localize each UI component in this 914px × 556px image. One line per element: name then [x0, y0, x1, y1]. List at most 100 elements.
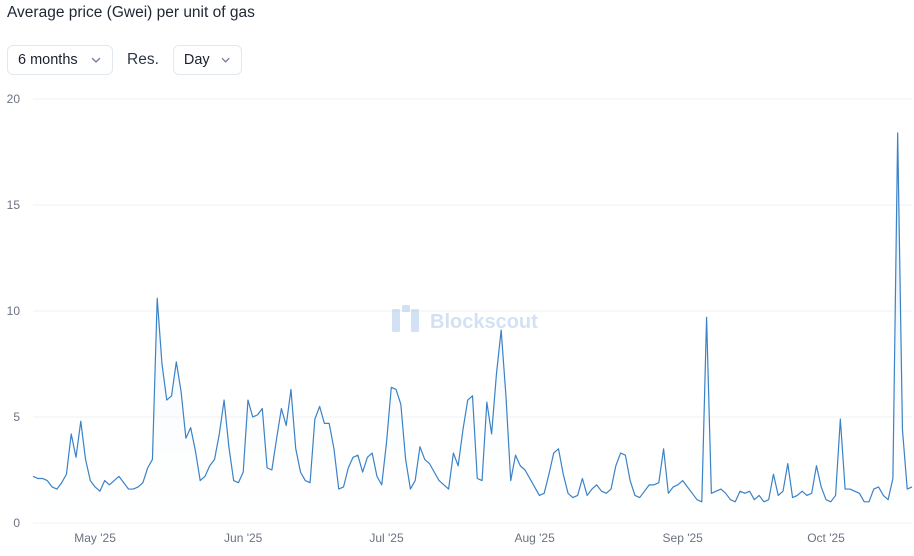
- data-point: [734, 501, 736, 503]
- data-point: [90, 480, 92, 482]
- data-point: [749, 490, 751, 492]
- data-point: [648, 484, 650, 486]
- data-point: [701, 501, 703, 503]
- data-point: [433, 471, 435, 473]
- period-select[interactable]: 6 months: [7, 45, 113, 75]
- y-axis: 0 5 10 15 20: [7, 92, 21, 530]
- data-point: [453, 452, 455, 454]
- data-point: [634, 495, 636, 497]
- data-point: [577, 495, 579, 497]
- data-point: [319, 406, 321, 408]
- data-point: [801, 490, 803, 492]
- data-point: [467, 399, 469, 401]
- data-point: [620, 452, 622, 454]
- data-point: [596, 484, 598, 486]
- data-point: [682, 480, 684, 482]
- data-point: [840, 418, 842, 420]
- data-point: [849, 488, 851, 490]
- data-point: [816, 465, 818, 467]
- data-point: [390, 387, 392, 389]
- watermark-text: Blockscout: [430, 311, 538, 333]
- data-point: [94, 486, 96, 488]
- data-point: [419, 446, 421, 448]
- data-point: [481, 480, 483, 482]
- data-point: [696, 499, 698, 501]
- resolution-select-value: Day: [183, 52, 210, 68]
- data-point: [285, 425, 287, 427]
- data-point: [668, 493, 670, 495]
- data-point: [376, 476, 378, 478]
- data-point: [534, 486, 536, 488]
- data-point: [744, 493, 746, 495]
- data-point: [902, 429, 904, 431]
- data-point: [176, 361, 178, 363]
- data-point: [51, 486, 53, 488]
- data-point: [228, 446, 230, 448]
- data-point: [137, 486, 139, 488]
- y-tick-label: 0: [13, 516, 20, 530]
- x-tick-label: Sep '25: [663, 531, 704, 545]
- data-point: [309, 482, 311, 484]
- data-point: [868, 501, 870, 503]
- data-point: [505, 395, 507, 397]
- data-point: [47, 480, 49, 482]
- data-point: [543, 493, 545, 495]
- data-point: [725, 493, 727, 495]
- data-point: [625, 454, 627, 456]
- data-point: [773, 473, 775, 475]
- data-point: [529, 478, 531, 480]
- data-point: [567, 493, 569, 495]
- data-point: [911, 486, 913, 488]
- data-point: [295, 448, 297, 450]
- data-point: [414, 480, 416, 482]
- resolution-select[interactable]: Day: [172, 45, 242, 75]
- data-point: [171, 395, 173, 397]
- data-point: [586, 495, 588, 497]
- data-point: [787, 463, 789, 465]
- y-tick-label: 5: [13, 410, 20, 424]
- data-point: [572, 497, 574, 499]
- gas-price-chart[interactable]: Blockscout 0 5 10 15 20 May '25 Jun '25 Jul '2…: [0, 85, 914, 556]
- chevron-down-icon: [91, 57, 101, 63]
- data-point: [878, 486, 880, 488]
- data-point: [42, 478, 44, 480]
- data-point: [615, 465, 617, 467]
- data-point: [883, 495, 885, 497]
- data-point: [104, 480, 106, 482]
- data-point: [591, 488, 593, 490]
- data-point: [562, 473, 564, 475]
- data-point: [333, 448, 335, 450]
- data-point: [887, 499, 889, 501]
- data-point: [763, 501, 765, 503]
- data-point: [496, 374, 498, 376]
- data-point: [629, 480, 631, 482]
- data-point: [768, 499, 770, 501]
- data-point: [32, 476, 34, 478]
- data-point: [252, 416, 254, 418]
- data-point: [897, 132, 899, 134]
- data-point: [199, 480, 201, 482]
- data-point: [524, 469, 526, 471]
- data-point: [281, 408, 283, 410]
- data-point: [113, 480, 115, 482]
- data-point: [190, 427, 192, 429]
- data-point: [462, 429, 464, 431]
- data-point: [715, 490, 717, 492]
- data-point: [730, 499, 732, 501]
- data-point: [806, 495, 808, 497]
- data-point: [754, 499, 756, 501]
- data-point: [553, 452, 555, 454]
- data-point: [214, 459, 216, 461]
- x-tick-label: Oct '25: [807, 531, 845, 545]
- x-tick-label: Jul '25: [369, 531, 404, 545]
- data-point: [830, 501, 832, 503]
- data-point: [395, 389, 397, 391]
- data-point: [429, 463, 431, 465]
- data-point: [438, 480, 440, 482]
- data-point: [219, 433, 221, 435]
- data-point: [290, 389, 292, 391]
- chevron-down-icon: [221, 57, 230, 63]
- data-point: [99, 490, 101, 492]
- data-point: [410, 488, 412, 490]
- data-point: [863, 501, 865, 503]
